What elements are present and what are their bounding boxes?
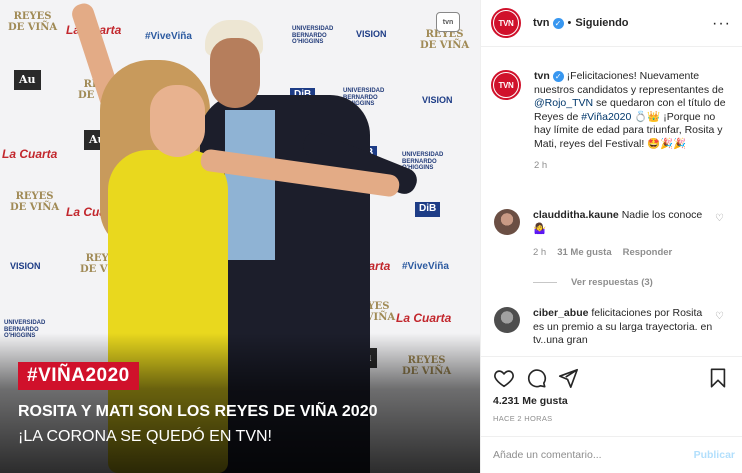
reyes-de-vina-logo: REYESDE VIÑA [8,11,58,33]
verified-badge-icon: ✓ [552,17,564,29]
man-face [210,38,260,108]
hashtag-badge: #VIÑA2020 [18,362,139,390]
la-cuarta-logo: La Cuarta [2,147,58,161]
post-caption: TVN tvn ✓ ¡Felicitaciones! Nuevamente nue… [491,70,736,173]
woman-face [150,85,205,157]
post-photo[interactable]: REYES DE VIÑA La Cuarta #ViveViña UNIVERS… [0,0,480,473]
posted-time[interactable]: HACE 2 HORAS [493,414,552,423]
dib-alfombras-logo: DiB [415,202,441,217]
bookmark-icon[interactable] [707,367,729,389]
comment-body: claudditha.kaune Nadie los conoce 🤷‍♀️ 2… [533,209,713,260]
comment-item: claudditha.kaune Nadie los conoce 🤷‍♀️ 2… [491,209,736,260]
publish-button[interactable]: Publicar [694,449,735,461]
aurus-logo: Au [14,70,41,90]
post-actions: 4.231 Me gusta HACE 2 HORAS [481,356,742,436]
commenter-avatar[interactable] [494,209,520,235]
comment-like-icon[interactable]: ♡ [715,311,724,322]
tvn-logo: TVN [494,73,518,97]
mention-link[interactable]: @Rojo_TVN [534,97,593,109]
heart-icon[interactable] [493,367,515,389]
tvn-logo: TVN [494,11,518,35]
view-replies-button[interactable]: Ver respuestas (3) [533,277,653,288]
comment-meta: 2 h 31 Me gusta Responder [533,246,713,260]
comment-like-icon[interactable]: ♡ [715,213,724,224]
vive-vina-logo: #ViveViña [402,261,449,272]
caption-time[interactable]: 2 h [534,159,734,173]
la-cuarta-logo: La Cuarta [396,311,452,325]
vision-logo: VISION [422,95,453,105]
separator-dot: • [567,17,572,29]
photo-subheadline: ¡LA CORONA SE QUEDÓ EN TVN! [18,428,272,445]
tvn-watermark-logo: tvn [436,12,460,32]
share-icon[interactable] [557,367,579,389]
comment-body: ciber_abue felicitaciones por Rosita es … [533,307,713,348]
reyes-de-vina-logo: REYESDE VIÑA [420,29,470,51]
man-shirt [225,110,275,260]
post-side-panel: TVN tvn ✓ • Siguiendo ··· TVN tvn ✓ ¡Feli… [480,0,742,473]
photo-headline: ROSITA Y MATI SON LOS REYES DE VIÑA 2020 [18,403,378,420]
caption-text: tvn ✓ ¡Felicitaciones! Nuevamente nuestro… [534,70,734,173]
post-header: TVN tvn ✓ • Siguiendo ··· [481,0,742,47]
vision-logo: VISION [356,29,387,39]
hashtag-link[interactable]: #Viña2020 [581,111,631,123]
comment-icon[interactable] [525,367,547,389]
tvn-avatar[interactable]: TVN [491,70,521,100]
comment-item: ciber_abue felicitaciones por Rosita es … [491,307,736,348]
comments-list[interactable]: TVN tvn ✓ ¡Felicitaciones! Nuevamente nue… [481,48,742,356]
following-button[interactable]: Siguiendo [575,17,628,29]
reyes-de-vina-logo: REYESDE VIÑA [10,191,60,213]
verified-badge-icon: ✓ [552,71,564,83]
replies-divider [533,282,557,283]
comment-username[interactable]: ciber_abue [533,307,588,319]
header-username[interactable]: tvn [533,17,550,29]
instagram-post: REYES DE VIÑA La Cuarta #ViveViña UNIVERS… [0,0,742,473]
comment-time[interactable]: 2 h [533,246,546,260]
comment-username[interactable]: claudditha.kaune [533,209,619,221]
comment-likes[interactable]: 31 Me gusta [557,246,611,260]
likes-count[interactable]: 4.231 Me gusta [493,395,568,407]
vive-vina-logo: #ViveViña [145,31,192,42]
more-horizontal-icon[interactable]: ··· [712,15,731,33]
commenter-avatar[interactable] [494,307,520,333]
caption-username[interactable]: tvn [534,70,550,82]
view-replies-label: Ver respuestas (3) [571,277,653,288]
comment-input[interactable] [493,449,683,461]
tvn-avatar[interactable]: TVN [491,8,521,38]
reply-button[interactable]: Responder [623,246,673,260]
ubo-logo: UNIVERSIDADBERNARDOO'HIGGINS [292,26,334,46]
vision-logo: VISION [10,261,41,271]
add-comment-bar: Publicar [481,436,742,473]
